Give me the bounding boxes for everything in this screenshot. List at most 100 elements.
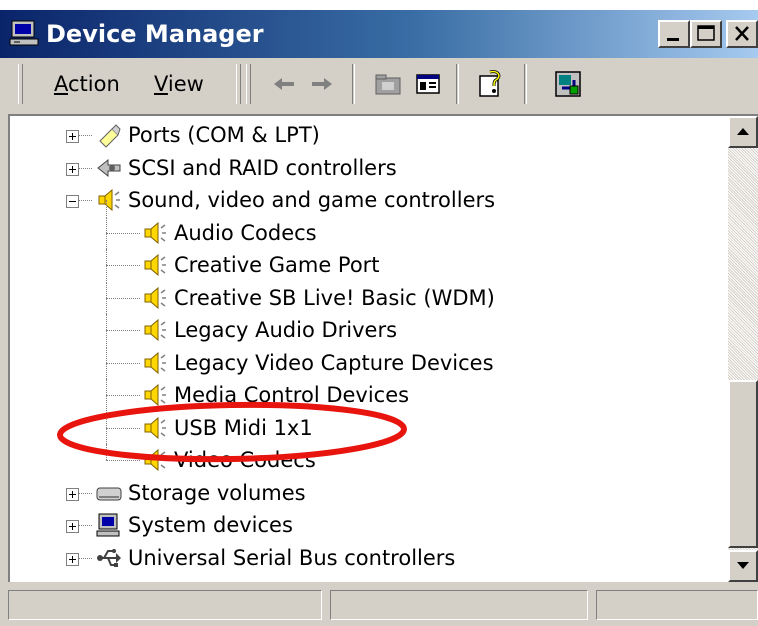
expand-plus-icon[interactable] (66, 130, 79, 143)
toolbar-divider-1 (352, 64, 355, 104)
action-menu[interactable]: Action (50, 66, 124, 102)
tree-connector (106, 444, 107, 460)
tree-connector (106, 233, 140, 234)
tree-connector (78, 525, 92, 526)
speaker-icon (144, 383, 166, 407)
speaker-icon (144, 416, 166, 440)
view-menu-accesskey: V (154, 72, 168, 96)
toolbar-grip[interactable] (18, 64, 23, 104)
tree-row-label: Legacy Video Capture Devices (174, 351, 494, 375)
tree-connector (78, 558, 92, 559)
scsi-icon (97, 158, 121, 178)
tree-row-label: Universal Serial Bus controllers (128, 546, 456, 570)
system-icon (96, 513, 120, 537)
scroll-up-button[interactable] (728, 116, 758, 148)
tree-row-label: Legacy Audio Drivers (174, 318, 398, 342)
maximize-icon (697, 25, 715, 41)
tree-row-label: Creative SB Live! Basic (WDM) (174, 286, 495, 310)
speaker-icon (144, 448, 166, 472)
toolbar-grip-2[interactable] (246, 64, 251, 104)
tree-row[interactable]: System devices (10, 509, 728, 541)
expand-plus-icon[interactable] (66, 520, 79, 533)
tree-row-label: Media Control Devices (174, 383, 410, 407)
status-pane-2 (330, 590, 588, 620)
status-bar (0, 584, 758, 626)
tree-connector (78, 200, 92, 201)
device-manager-window: Device Manager Action View Ports (COM & … (0, 10, 758, 626)
tree-row[interactable]: Legacy Video Capture Devices (10, 347, 728, 379)
toolbar-divider-2 (456, 64, 459, 104)
tree-connector (106, 200, 107, 216)
action-menu-rest: ction (68, 72, 120, 96)
tree-row[interactable]: Audio Codecs (10, 217, 728, 249)
tree-row[interactable]: Creative SB Live! Basic (WDM) (10, 282, 728, 314)
minimize-icon (667, 38, 679, 41)
tree-connector (78, 135, 92, 136)
tree-connector (106, 428, 140, 429)
speaker-icon (144, 221, 166, 245)
scroll-thumb[interactable] (728, 380, 758, 548)
tree-row[interactable]: Ports (COM & LPT) (10, 119, 728, 151)
speaker-icon (144, 253, 166, 277)
tree-row-label: Sound, video and game controllers (128, 188, 496, 212)
scroll-down-button[interactable] (728, 550, 758, 582)
tree-row-label: Video Codecs (174, 448, 316, 472)
maximize-button[interactable] (690, 20, 722, 48)
arrow-up-icon (737, 128, 749, 135)
expand-plus-icon[interactable] (66, 553, 79, 566)
speaker-icon (98, 188, 120, 212)
title-bar[interactable]: Device Manager (0, 10, 758, 58)
status-pane-3 (596, 590, 758, 620)
tree-row-label: SCSI and RAID controllers (128, 156, 397, 180)
tree-row-label: Ports (COM & LPT) (128, 123, 320, 147)
close-icon (735, 26, 749, 41)
tree-row[interactable]: Universal Serial Bus controllers (10, 542, 728, 574)
tree-row[interactable]: Media Control Devices (10, 379, 728, 411)
minimize-button[interactable] (658, 20, 690, 48)
status-pane-1 (8, 590, 322, 620)
tree-row[interactable]: Creative Game Port (10, 249, 728, 281)
help-icon[interactable] (476, 68, 508, 100)
view-menu[interactable]: View (150, 66, 208, 102)
back-arrow-icon[interactable] (268, 68, 300, 100)
usb-icon (97, 549, 121, 567)
vertical-scrollbar[interactable] (728, 116, 758, 582)
expand-plus-icon[interactable] (66, 488, 79, 501)
window-title: Device Manager (46, 20, 264, 48)
computer-icon (9, 20, 39, 46)
drive-icon (96, 487, 122, 501)
toolbar: Action View (0, 58, 758, 110)
tree-row[interactable]: USB Midi 1x1 (10, 412, 728, 444)
tree-connector (106, 460, 140, 461)
close-button[interactable] (726, 20, 758, 48)
speaker-icon (144, 351, 166, 375)
tree-row-label: Creative Game Port (174, 253, 380, 277)
tree-connector (106, 298, 140, 299)
toolbar-divider-3 (524, 64, 527, 104)
tree-connector (106, 363, 140, 364)
speaker-icon (144, 286, 166, 310)
tree-connector (78, 168, 92, 169)
properties-icon[interactable] (412, 68, 444, 100)
device-tree[interactable]: Ports (COM & LPT) SCSI and RAID controlle… (8, 114, 758, 582)
expand-plus-icon[interactable] (66, 163, 79, 176)
tree-row[interactable]: Video Codecs (10, 444, 728, 476)
folder-up-icon[interactable] (372, 68, 404, 100)
tree-row-label: Audio Codecs (174, 221, 317, 245)
tree-row[interactable]: Storage volumes (10, 477, 728, 509)
view-menu-rest: iew (167, 72, 204, 96)
forward-arrow-icon[interactable] (306, 68, 338, 100)
tree-row-label: USB Midi 1x1 (174, 416, 313, 440)
tree-row-label: Storage volumes (128, 481, 306, 505)
tree-row[interactable]: Sound, video and game controllers (10, 184, 728, 216)
port-icon (99, 124, 121, 148)
tree-row[interactable]: Legacy Audio Drivers (10, 314, 728, 346)
tree-connector (106, 395, 140, 396)
speaker-icon (144, 318, 166, 342)
action-menu-accesskey: A (54, 72, 68, 96)
tree-row[interactable]: SCSI and RAID controllers (10, 152, 728, 184)
tree-connector (78, 493, 92, 494)
collapse-minus-icon[interactable] (66, 195, 79, 208)
tree-connector (106, 265, 140, 266)
update-driver-icon[interactable] (552, 68, 584, 100)
